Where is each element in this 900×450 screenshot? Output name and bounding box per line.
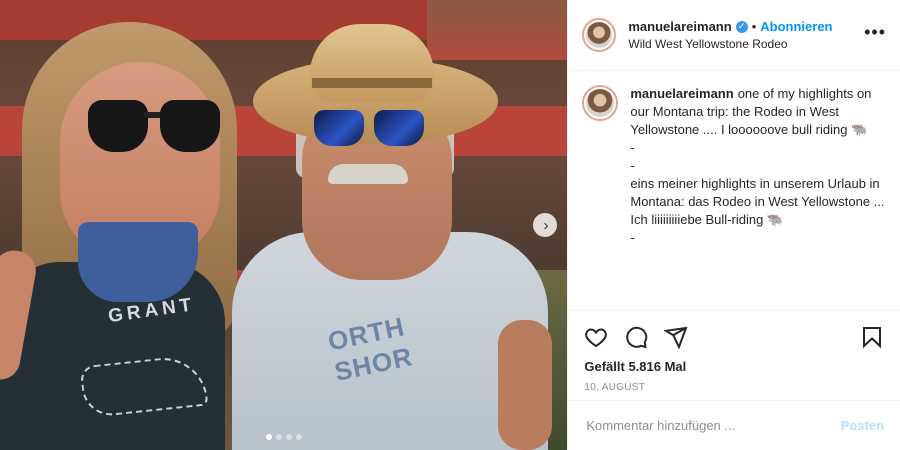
avatar[interactable] — [582, 18, 617, 52]
avatar[interactable] — [582, 85, 619, 121]
post-side-panel: manuelareimann ✓ • Abonnieren Wild West … — [567, 0, 900, 450]
more-options-icon[interactable]: ••• — [864, 22, 886, 43]
man-arm — [498, 320, 552, 450]
post-header: manuelareimann ✓ • Abonnieren Wild West … — [568, 0, 900, 71]
comment-bar: Posten — [568, 400, 900, 450]
heart-icon[interactable] — [584, 325, 608, 349]
carousel-dot — [275, 434, 282, 440]
post-comment-button[interactable]: Posten — [841, 418, 884, 433]
man-mustache — [328, 164, 408, 184]
cowboy-hat-crown — [310, 24, 434, 102]
comment-icon[interactable] — [624, 325, 648, 349]
cowboy-hat-band — [312, 78, 432, 88]
carousel-dot — [265, 434, 272, 440]
post-photo[interactable]: GRANT ORTH SHOR › — [0, 0, 568, 450]
instagram-post: GRANT ORTH SHOR › manuelareimann ✓ • Abo… — [0, 0, 900, 450]
chevron-right-icon: › — [543, 216, 549, 234]
woman-sunglasses — [88, 100, 226, 156]
carousel-dot — [295, 434, 302, 440]
verified-badge-icon: ✓ — [735, 20, 748, 33]
username-link[interactable]: manuelareimann — [628, 19, 731, 34]
photo-background-upper-right — [427, 0, 568, 60]
man-sunglasses — [314, 110, 424, 150]
comments-area: manuelareimann one of my highlights on ou… — [568, 71, 900, 310]
caption-text: manuelareimann one of my highlights on ou… — [630, 85, 886, 247]
bookmark-icon[interactable] — [860, 325, 884, 349]
follow-button[interactable]: Abonnieren — [760, 19, 832, 34]
location-link[interactable]: Wild West Yellowstone Rodeo — [628, 37, 864, 51]
woman-scarf — [78, 222, 198, 302]
share-icon[interactable] — [663, 325, 688, 350]
carousel-dots — [0, 434, 567, 440]
likes-count[interactable]: Gefällt 5.816 Mal — [584, 359, 884, 374]
caption-body: one of my highlights on our Montana trip… — [630, 86, 885, 245]
comment-input[interactable] — [584, 417, 841, 434]
carousel-dot — [285, 434, 292, 440]
post-date[interactable]: 10. AUGUST — [584, 382, 884, 393]
separator: • — [751, 19, 757, 34]
carousel-next-button[interactable]: › — [533, 213, 557, 237]
caption-username-link[interactable]: manuelareimann — [630, 86, 733, 101]
caption: manuelareimann one of my highlights on ou… — [582, 85, 886, 247]
